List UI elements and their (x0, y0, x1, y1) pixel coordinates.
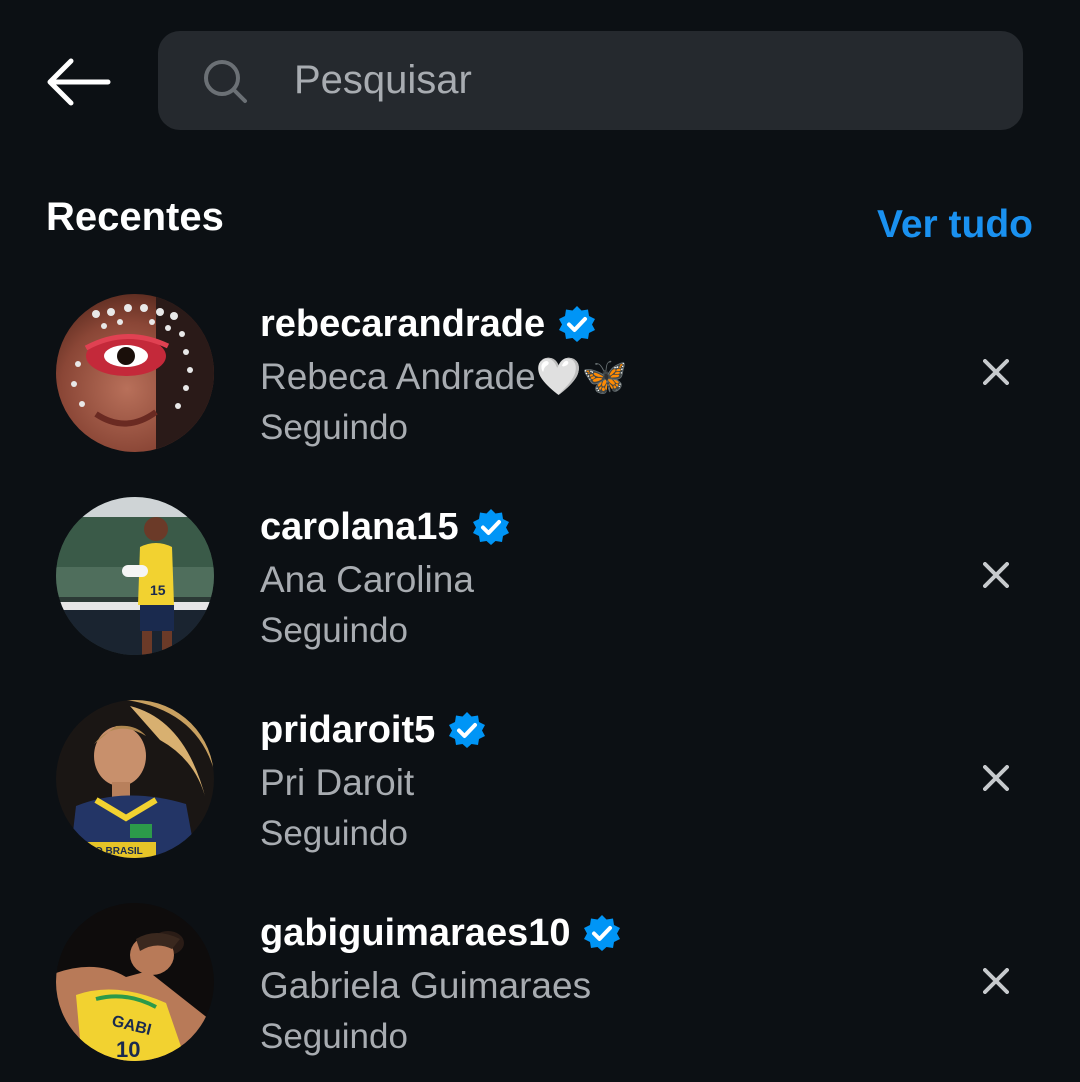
recent-item[interactable]: rebecarandrade Rebeca Andrade🤍🦋 Seguindo (0, 270, 1080, 473)
remove-recent-button[interactable] (972, 348, 1020, 396)
close-icon (983, 359, 1009, 385)
svg-text:CO DO BRASIL: CO DO BRASIL (70, 846, 143, 857)
remove-recent-button[interactable] (972, 957, 1020, 1005)
avatar[interactable]: GABI 10 (56, 903, 214, 1061)
avatar-image: GABI 10 (56, 903, 214, 1061)
username[interactable]: pridaroit5 (260, 706, 435, 754)
top-bar (0, 0, 1080, 160)
avatar[interactable]: CO DO BRASIL (56, 700, 214, 858)
username[interactable]: rebecarandrade (260, 300, 545, 348)
recent-item[interactable]: 15 carolana15 Ana Carolina Seguindo (0, 473, 1080, 676)
verified-badge-icon (584, 915, 621, 951)
close-icon (983, 562, 1009, 588)
recent-item[interactable]: CO DO BRASIL pridaroit5 Pri Daroit Segui… (0, 676, 1080, 879)
full-name: Pri Daroit (260, 762, 415, 803)
username-line: pridaroit5 (260, 706, 487, 754)
avatar[interactable] (56, 294, 214, 452)
close-icon (983, 765, 1009, 791)
remove-recent-button[interactable] (972, 551, 1020, 599)
remove-recent-button[interactable] (972, 754, 1020, 802)
recent-section-title: Recentes (46, 195, 224, 239)
avatar-image: CO DO BRASIL (56, 700, 214, 858)
full-name: Gabriela Guimaraes (260, 965, 592, 1006)
username[interactable]: gabiguimaraes10 (260, 909, 570, 957)
verified-badge-icon (449, 712, 486, 748)
back-button[interactable] (40, 50, 116, 114)
svg-text:15: 15 (150, 582, 166, 598)
search-input[interactable] (294, 52, 994, 108)
follow-status: Seguindo (260, 408, 408, 447)
username[interactable]: carolana15 (260, 503, 459, 551)
search-icon (204, 60, 247, 103)
see-all-link[interactable]: Ver tudo (877, 201, 1033, 249)
full-name: Rebeca Andrade🤍🦋 (260, 356, 628, 397)
avatar-image (56, 294, 214, 452)
username-line: gabiguimaraes10 (260, 909, 622, 957)
avatar-image: 15 (56, 497, 214, 655)
follow-status: Seguindo (260, 611, 408, 650)
follow-status: Seguindo (260, 814, 408, 853)
username-line: carolana15 (260, 503, 511, 551)
back-arrow-icon (47, 58, 111, 106)
verified-badge-icon (472, 509, 509, 545)
username-line: rebecarandrade (260, 300, 597, 348)
verified-badge-icon (559, 306, 596, 342)
follow-status: Seguindo (260, 1017, 408, 1056)
recent-item[interactable]: GABI 10 gabiguimaraes10 Gabriela Guimara… (0, 879, 1080, 1082)
close-icon (983, 968, 1009, 994)
avatar[interactable]: 15 (56, 497, 214, 655)
full-name: Ana Carolina (260, 559, 474, 600)
svg-text:10: 10 (116, 1037, 140, 1061)
